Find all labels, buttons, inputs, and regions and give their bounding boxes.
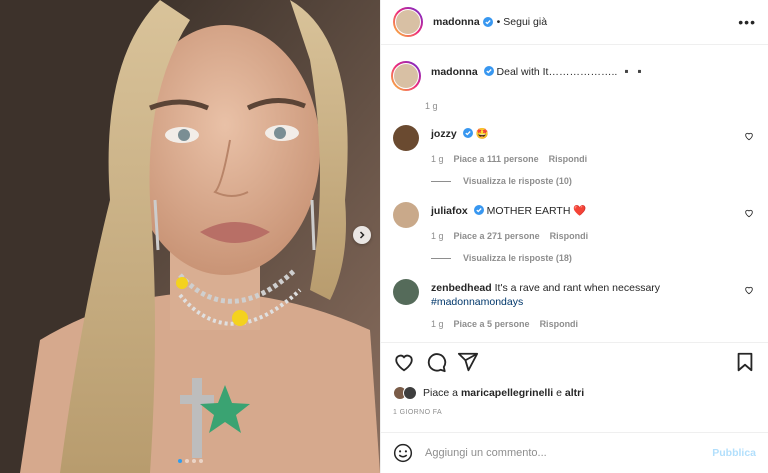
- comment-time: 1 g: [431, 231, 444, 241]
- view-replies-button[interactable]: Visualizza le risposte (10): [431, 176, 756, 186]
- comment-emoji: 🤩: [475, 128, 489, 140]
- verified-badge-icon: [462, 128, 473, 138]
- post-view: madonna • Segui già ••• madonna Deal wit…: [0, 0, 768, 473]
- likes-middle: e: [556, 387, 562, 399]
- carousel-indicator: [0, 459, 380, 463]
- likes-prefix: Piace a: [423, 387, 459, 399]
- more-options-icon[interactable]: •••: [738, 14, 756, 30]
- share-paper-plane-icon[interactable]: [457, 351, 479, 373]
- reply-button[interactable]: Rispondi: [550, 231, 589, 241]
- post-time-ago: 1 GIORNO FA: [393, 409, 443, 416]
- view-replies-label: Visualizza le risposte (10): [463, 176, 572, 186]
- caption-text: Deal with It……………….. ▪️▪️: [496, 66, 647, 78]
- comment-item: zenbedhead It's a rave and rant when nec…: [393, 279, 756, 329]
- author-username[interactable]: madonna: [433, 16, 480, 28]
- author-avatar[interactable]: [393, 7, 423, 37]
- post-panel: madonna • Segui già ••• madonna Deal wit…: [380, 0, 768, 473]
- caption-time: 1 g: [425, 101, 438, 111]
- post-photo: [0, 0, 380, 473]
- reply-button[interactable]: Rispondi: [549, 154, 588, 164]
- commenter-username[interactable]: jozzy: [431, 128, 457, 140]
- post-media[interactable]: [0, 0, 380, 473]
- like-comment-heart-icon[interactable]: [744, 285, 754, 295]
- comment-time: 1 g: [431, 319, 444, 329]
- comment-likes-link[interactable]: Piace a 271 persone: [454, 231, 540, 241]
- comment-likes-link[interactable]: Piace a 5 persone: [454, 319, 530, 329]
- view-replies-button[interactable]: Visualizza le risposte (18): [431, 253, 756, 263]
- post-header: madonna • Segui già •••: [381, 0, 768, 45]
- verified-badge-icon: [473, 205, 484, 215]
- comment-composer: Pubblica: [381, 432, 768, 473]
- carousel-dot: [177, 459, 182, 463]
- carousel-dot: [191, 459, 196, 463]
- likes-summary: Piace a maricapellegrinelli e altri: [393, 382, 756, 404]
- like-comment-heart-icon[interactable]: [744, 208, 754, 218]
- follow-status-button[interactable]: • Segui già: [497, 16, 547, 28]
- carousel-dot: [198, 459, 203, 463]
- comment-text: MOTHER EARTH: [486, 205, 571, 217]
- replies-divider: [431, 257, 451, 259]
- comment-text: It's a rave and rant when necessary: [494, 282, 661, 294]
- comment-emoji: ❤️: [573, 205, 587, 217]
- reply-button[interactable]: Rispondi: [540, 319, 579, 329]
- verified-badge-icon: [482, 17, 493, 27]
- liker-username[interactable]: maricapellegrinelli: [461, 387, 553, 399]
- replies-divider: [431, 180, 451, 182]
- like-comment-heart-icon[interactable]: [744, 131, 754, 141]
- commenter-username[interactable]: zenbedhead: [431, 282, 492, 294]
- comment-bubble-icon[interactable]: [425, 351, 447, 373]
- comment-item: juliafox MOTHER EARTH ❤️ 1 g Piace a 271…: [393, 202, 756, 263]
- commenter-avatar[interactable]: [393, 279, 419, 305]
- comment-likes-link[interactable]: Piace a 111 persone: [454, 154, 539, 164]
- liker-avatar: [403, 386, 417, 400]
- save-bookmark-icon[interactable]: [734, 351, 756, 373]
- carousel-dot: [184, 459, 189, 463]
- post-caption: madonna Deal with It……………….. ▪️▪️: [391, 61, 756, 91]
- comment-time: 1 g: [431, 154, 444, 164]
- caption-meta: 1 g: [425, 101, 756, 111]
- emoji-smiley-icon[interactable]: [393, 443, 413, 463]
- likes-others-link[interactable]: altri: [565, 387, 584, 399]
- post-actions: [381, 342, 768, 380]
- verified-badge-icon: [483, 66, 494, 76]
- commenter-avatar[interactable]: [393, 202, 419, 228]
- likers-avatars: [393, 386, 417, 400]
- caption-author[interactable]: madonna: [431, 66, 478, 78]
- comment-hashtag-link[interactable]: #madonnamondays: [431, 296, 523, 308]
- like-heart-icon[interactable]: [393, 351, 415, 373]
- comment-input[interactable]: [425, 447, 713, 459]
- chevron-right-icon: [359, 231, 365, 239]
- next-media-button[interactable]: [353, 226, 371, 244]
- comment-item: jozzy 🤩 1 g Piace a 111 persone Rispondi: [393, 125, 756, 186]
- commenter-avatar[interactable]: [393, 125, 419, 151]
- comments-list[interactable]: madonna Deal with It……………….. ▪️▪️ 1 g jo…: [381, 46, 768, 342]
- publish-button[interactable]: Pubblica: [712, 447, 756, 459]
- commenter-username[interactable]: juliafox: [431, 205, 468, 217]
- caption-author-avatar[interactable]: [391, 61, 421, 91]
- view-replies-label: Visualizza le risposte (18): [463, 253, 572, 263]
